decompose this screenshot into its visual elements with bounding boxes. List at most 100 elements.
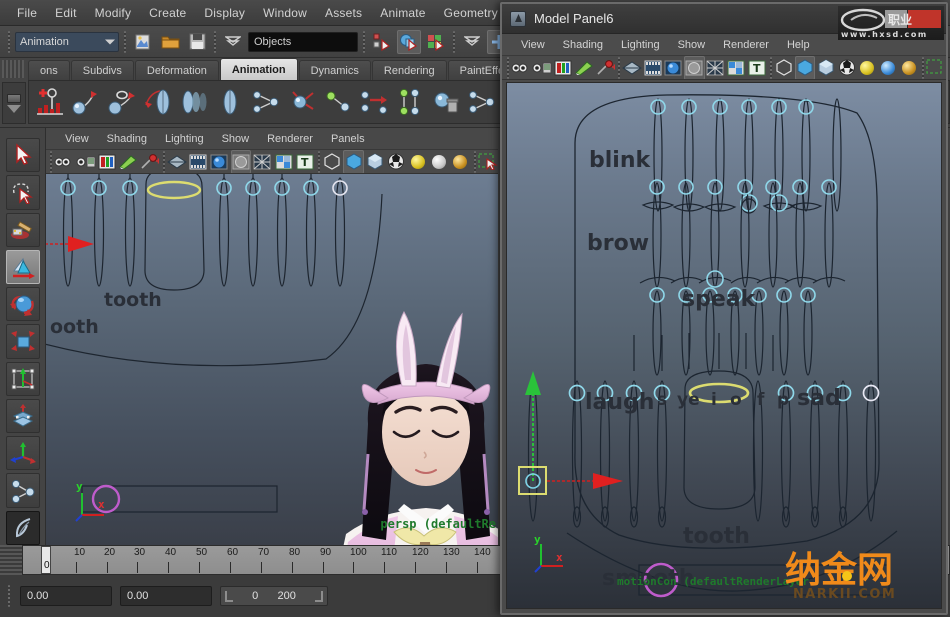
flat-shade-icon[interactable] (230, 150, 252, 173)
lights-yellow-icon[interactable] (858, 56, 878, 79)
grease-pencil-icon[interactable] (139, 150, 160, 173)
xray-joints-icon[interactable] (343, 150, 365, 173)
select-camera-icon[interactable] (54, 150, 74, 173)
image-plane-icon[interactable] (553, 56, 573, 79)
mirror-joint-icon[interactable] (357, 84, 391, 120)
flat-shade-icon[interactable] (684, 56, 705, 79)
object-name-field[interactable]: Objects (248, 31, 358, 52)
textured-icon[interactable] (273, 150, 293, 173)
selected-control-highlight[interactable] (146, 180, 202, 200)
joint-tool-icon[interactable] (285, 84, 319, 120)
select-camera-icon[interactable] (511, 56, 531, 79)
high-quality-icon[interactable] (386, 150, 406, 173)
move-manipulator-x-left[interactable] (46, 236, 94, 252)
vp-menu-renderer[interactable]: Renderer (258, 131, 322, 147)
joint-delete-icon[interactable] (429, 84, 463, 120)
mp-menu-lighting[interactable]: Lighting (612, 37, 669, 53)
status-divider[interactable] (361, 30, 367, 53)
mp-menu-renderer[interactable]: Renderer (714, 37, 778, 53)
mp-menu-view[interactable]: View (512, 37, 554, 53)
menu-modify[interactable]: Modify (86, 3, 141, 23)
shelf-options-menu[interactable] (2, 82, 26, 124)
lights-amber-icon[interactable] (899, 56, 919, 79)
vp-menu-panels[interactable]: Panels (322, 131, 374, 147)
smooth-shade-icon[interactable]: {} (188, 150, 208, 173)
move-tool-icon[interactable] (5, 249, 40, 285)
menu-file[interactable]: File (8, 3, 46, 23)
menu-assets[interactable]: Assets (316, 3, 371, 23)
paint-select-tool-icon[interactable] (5, 212, 40, 247)
isolate-select-icon[interactable] (478, 150, 498, 173)
toolbar-divider[interactable] (48, 150, 53, 173)
set-key-icon[interactable] (33, 84, 67, 120)
wireframe-on-shaded-icon[interactable] (706, 56, 726, 79)
reroot-icon[interactable] (465, 84, 499, 120)
isolate-select-icon[interactable] (926, 56, 946, 79)
menu-animate[interactable]: Animate (371, 3, 434, 23)
status-divider[interactable] (451, 30, 457, 53)
playback-range-field[interactable]: 0 200 (220, 586, 328, 606)
status-divider[interactable] (6, 30, 12, 53)
use-default-lighting-icon[interactable]: T (747, 56, 767, 79)
xray-icon[interactable] (774, 56, 794, 79)
mouth-handle-last[interactable] (862, 384, 880, 402)
vp-menu-shading[interactable]: Shading (98, 131, 156, 147)
model-panel-window[interactable]: Model Panel6 职业 www.hxsd.com View Shadin… (500, 2, 948, 615)
menu-create[interactable]: Create (140, 3, 195, 23)
lights-white-icon[interactable] (429, 150, 449, 173)
vp-menu-view[interactable]: View (56, 131, 98, 147)
shelf-tab-deformation[interactable]: Deformation (134, 60, 219, 80)
toolbar-divider[interactable] (920, 56, 925, 79)
status-divider[interactable] (122, 30, 128, 53)
mp-menu-help[interactable]: Help (778, 37, 819, 53)
use-default-lighting-icon[interactable]: T (295, 150, 315, 173)
mouth-slider-row[interactable] (527, 333, 877, 522)
shaded-icon[interactable] (209, 150, 229, 173)
selection-mask-menu-icon[interactable] (221, 30, 245, 54)
new-scene-icon[interactable] (131, 30, 155, 54)
xray-icon[interactable] (322, 150, 342, 173)
select-by-hierarchy-icon[interactable] (370, 30, 394, 54)
ik-spline-icon[interactable] (105, 84, 139, 120)
shelf-tab-rendering[interactable]: Rendering (371, 60, 447, 80)
vp-menu-show[interactable]: Show (213, 131, 259, 147)
toolbar-divider[interactable] (768, 56, 773, 79)
grease-pencil-icon[interactable] (595, 56, 615, 79)
range-start-grip[interactable] (225, 590, 233, 602)
select-by-component-icon[interactable] (424, 30, 448, 54)
shelf-tab-polygons[interactable]: ons (28, 60, 70, 80)
lights-yellow-icon[interactable] (408, 150, 428, 173)
ik-handle-icon[interactable] (69, 84, 103, 120)
menu-edit[interactable]: Edit (46, 3, 85, 23)
toolbar-divider[interactable] (472, 150, 477, 173)
select-by-object-icon[interactable] (397, 29, 421, 54)
lights-amber-icon[interactable] (450, 150, 470, 173)
shaded-icon[interactable] (664, 56, 684, 79)
smooth-bind-icon[interactable] (177, 84, 211, 120)
two-d-pan-zoom-icon[interactable] (574, 56, 594, 79)
skin-bind-icon[interactable] (141, 84, 175, 120)
last-tool-used-icon[interactable] (5, 473, 40, 508)
lasso-select-tool-icon[interactable] (5, 175, 40, 210)
xray-joints-icon[interactable] (794, 56, 815, 79)
toolbar-divider[interactable] (505, 56, 510, 79)
shelf-tab-dynamics[interactable]: Dynamics (298, 60, 371, 80)
toolbar-divider[interactable] (616, 56, 621, 79)
shelf-drag-handle[interactable] (2, 60, 24, 78)
image-plane-icon[interactable] (97, 150, 117, 173)
show-manipulator-tool-icon[interactable] (5, 436, 40, 471)
range-end-grip[interactable] (315, 590, 323, 602)
brow-handles[interactable] (649, 179, 837, 288)
smooth-shade-icon[interactable] (643, 56, 663, 79)
universal-manipulator-icon[interactable] (5, 361, 40, 396)
paint-effects-icon[interactable] (5, 510, 40, 545)
soft-mod-tool-icon[interactable] (5, 398, 40, 434)
menu-window[interactable]: Window (254, 3, 316, 23)
high-quality-icon[interactable] (837, 56, 857, 79)
menu-display[interactable]: Display (195, 3, 254, 23)
wireframe-icon[interactable] (166, 150, 187, 173)
create-joint-icon[interactable] (249, 84, 283, 120)
model-panel-canvas[interactable]: blink brow speak laugh sad tooth smooth … (506, 82, 942, 609)
scale-tool-icon[interactable] (5, 324, 40, 359)
model-panel-title-bar[interactable]: Model Panel6 职业 www.hxsd.com (502, 4, 946, 40)
